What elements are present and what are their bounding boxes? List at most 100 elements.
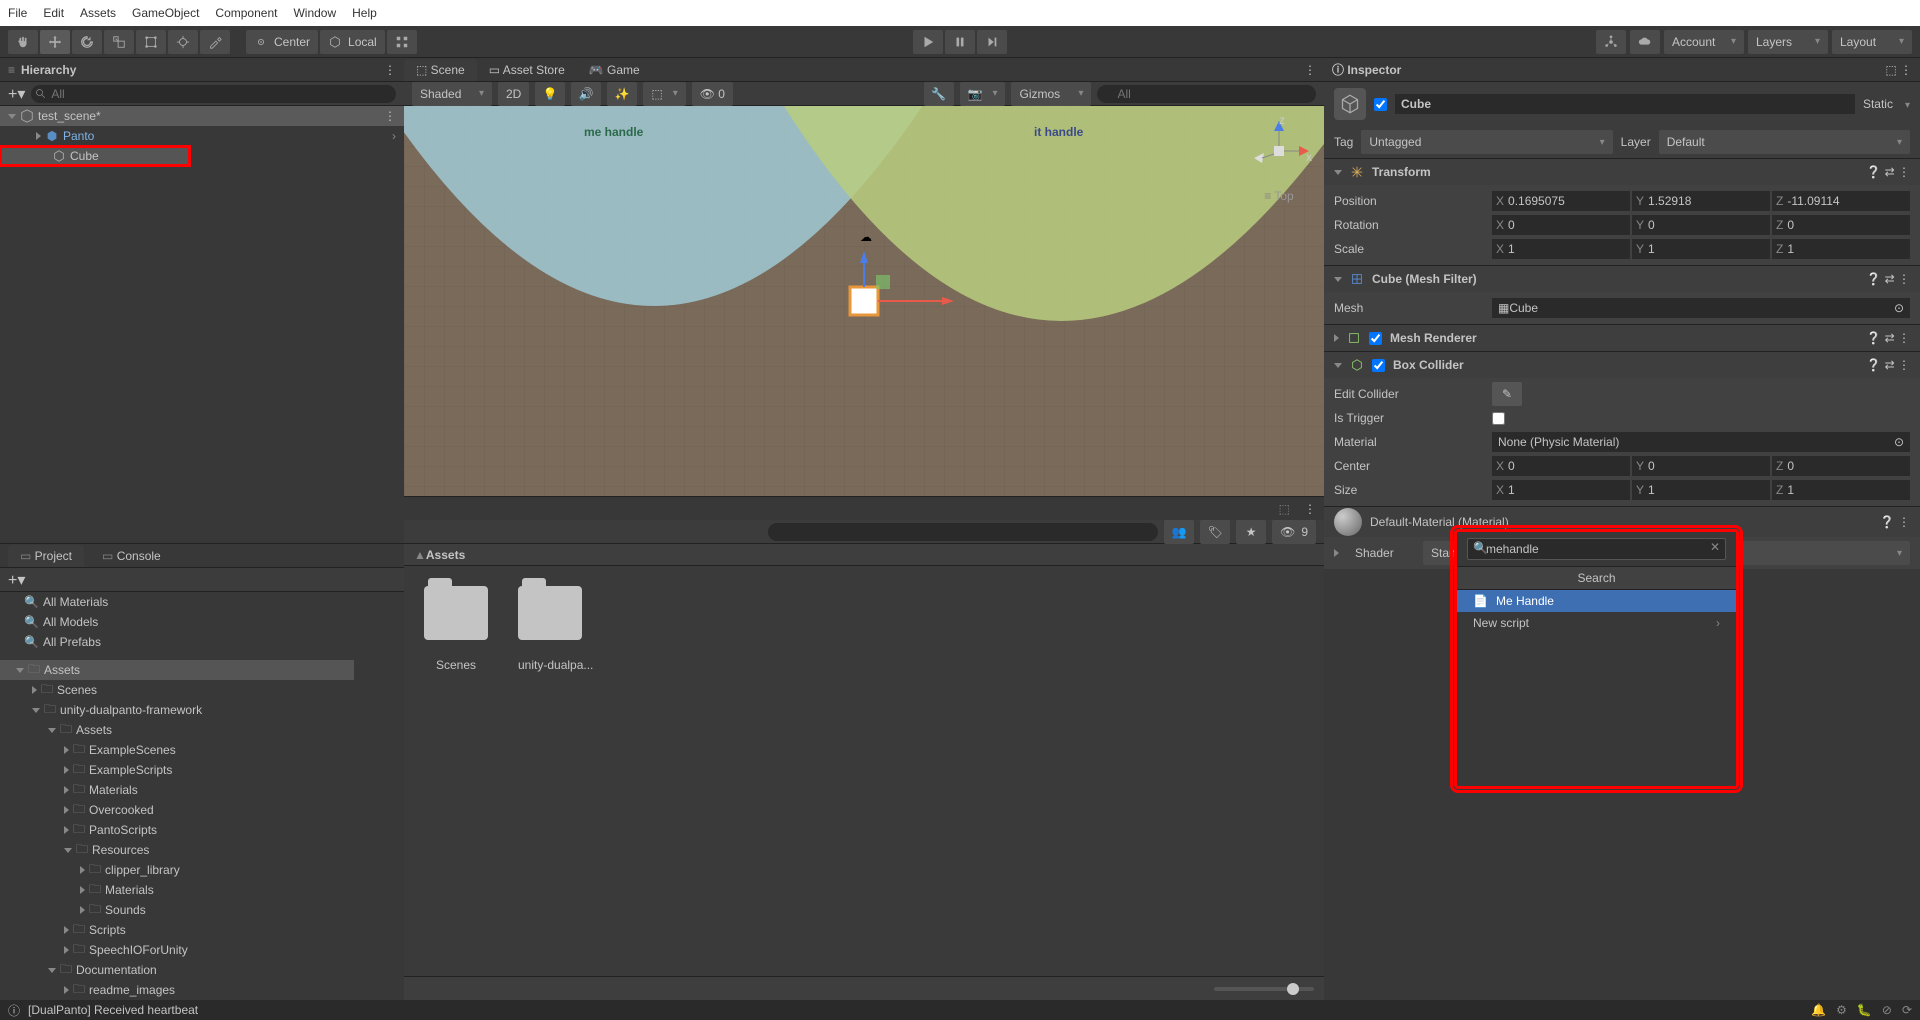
scale-tool[interactable] — [104, 30, 134, 54]
status-icon[interactable]: ⚙ — [1836, 1003, 1847, 1017]
status-icon[interactable]: 🔔 — [1811, 1003, 1826, 1017]
transform-tool[interactable] — [168, 30, 198, 54]
scene-tab[interactable]: ⬚ Scene — [404, 59, 477, 81]
filter-all-prefabs[interactable]: 🔍 All Prefabs — [0, 632, 354, 652]
search-by-type[interactable]: 👥 — [1164, 520, 1194, 544]
scene-row[interactable]: test_scene* ⋮ — [0, 106, 404, 126]
hierarchy-search[interactable] — [31, 85, 396, 103]
box-collider-icon — [1350, 358, 1364, 372]
project-tree-item[interactable]: 🗀 Scripts — [0, 920, 354, 940]
component-search-input[interactable] — [1467, 538, 1726, 560]
project-tree-item[interactable]: 🗀 Resources — [0, 840, 354, 860]
project-tree-item[interactable]: 🗀 Assets — [0, 660, 354, 680]
project-tree-item[interactable]: 🗀 ExampleScenes — [0, 740, 354, 760]
breadcrumb[interactable]: Assets — [426, 548, 465, 562]
account-dropdown[interactable]: Account — [1664, 30, 1744, 54]
hidden-count[interactable]: 👁 0 — [692, 82, 733, 106]
audio-toggle[interactable]: 🔊 — [571, 82, 601, 106]
project-menu-icon[interactable]: ⋮ — [1296, 502, 1324, 516]
folder-unity-dualpanto[interactable]: unity-dualpa... — [518, 586, 593, 672]
camera-dropdown[interactable]: 📷 — [960, 82, 1006, 106]
shading-dropdown[interactable]: Shaded — [412, 82, 492, 106]
hierarchy-item-cube[interactable]: Cube — [0, 146, 190, 166]
search-by-label[interactable]: 🏷 — [1200, 520, 1230, 544]
scene-search[interactable] — [1097, 85, 1316, 103]
active-checkbox[interactable] — [1374, 98, 1387, 111]
menu-help[interactable]: Help — [352, 6, 377, 20]
menu-assets[interactable]: Assets — [80, 6, 116, 20]
layer-dropdown[interactable]: Default — [1659, 130, 1910, 154]
menu-file[interactable]: File — [8, 6, 27, 20]
cloud-icon[interactable] — [1630, 30, 1660, 54]
rect-tool[interactable] — [136, 30, 166, 54]
project-tree-item[interactable]: 🗀 Overcooked — [0, 800, 354, 820]
project-tree-item[interactable]: 🗀 Sounds — [0, 900, 354, 920]
effects-dropdown[interactable]: ⬚ — [643, 82, 685, 106]
physic-material-field[interactable]: None (Physic Material)⊙ — [1492, 432, 1910, 452]
project-search[interactable] — [768, 523, 1158, 541]
step-button[interactable] — [977, 30, 1007, 54]
project-tree-item[interactable]: 🗀 Documentation — [0, 960, 354, 980]
tools-icon[interactable]: 🔧 — [924, 82, 954, 106]
tag-dropdown[interactable]: Untagged — [1361, 130, 1612, 154]
hand-tool[interactable] — [8, 30, 38, 54]
hierarchy-item-panto[interactable]: Panto › — [0, 126, 404, 146]
play-button[interactable] — [913, 30, 943, 54]
collider-enabled[interactable] — [1372, 359, 1385, 372]
snap-toggle[interactable] — [387, 30, 417, 54]
space-toggle[interactable]: Local — [320, 30, 385, 54]
project-tree-item[interactable]: 🗀 unity-dualpanto-framework — [0, 700, 354, 720]
status-icon[interactable]: ⟳ — [1902, 1003, 1912, 1017]
custom-tool[interactable] — [200, 30, 230, 54]
inspector: Static Tag Untagged Layer Default Transf… — [1324, 82, 1920, 1000]
status-icon[interactable]: ⊘ — [1882, 1003, 1892, 1017]
is-trigger-checkbox[interactable] — [1492, 412, 1505, 425]
project-tree-item[interactable]: 🗀 clipper_library — [0, 860, 354, 880]
asset-store-tab[interactable]: ▭ Asset Store — [477, 59, 577, 81]
project-tree-item[interactable]: 🗀 PantoScripts — [0, 820, 354, 840]
add-button[interactable]: +▾ — [8, 84, 25, 104]
clear-search-icon[interactable]: ✕ — [1710, 540, 1720, 554]
search-result-new-script[interactable]: New script› — [1457, 612, 1736, 634]
pause-button[interactable] — [945, 30, 975, 54]
project-tree-item[interactable]: 🗀 Materials — [0, 880, 354, 900]
pivot-toggle[interactable]: Center — [246, 30, 318, 54]
collab-icon[interactable] — [1596, 30, 1626, 54]
gizmos-dropdown[interactable]: Gizmos — [1011, 82, 1091, 106]
scene-view[interactable]: me handle it handle ☁ — [404, 106, 1324, 496]
project-add[interactable]: +▾ — [8, 570, 25, 590]
project-tree-item[interactable]: 🗀 ExampleScripts — [0, 760, 354, 780]
filter-all-materials[interactable]: 🔍 All Materials — [0, 592, 354, 612]
filter-all-models[interactable]: 🔍 All Models — [0, 612, 354, 632]
static-dropdown[interactable] — [1901, 97, 1910, 111]
menu-window[interactable]: Window — [293, 6, 336, 20]
mesh-field[interactable]: ▦ Cube⊙ — [1492, 298, 1910, 318]
project-restore-icon[interactable]: ⬚ — [1273, 502, 1296, 516]
layers-dropdown[interactable]: Layers — [1748, 30, 1828, 54]
edit-collider-button[interactable]: ✎ — [1492, 382, 1522, 406]
light-toggle[interactable]: 💡 — [535, 82, 565, 106]
menu-edit[interactable]: Edit — [43, 6, 64, 20]
project-tree-item[interactable]: 🗀 Materials — [0, 780, 354, 800]
search-result-me-handle[interactable]: 📄Me Handle — [1457, 590, 1736, 612]
fx-toggle[interactable]: ✨ — [607, 82, 637, 106]
folder-scenes[interactable]: Scenes — [424, 586, 488, 672]
renderer-enabled[interactable] — [1369, 332, 1382, 345]
object-name-input[interactable] — [1395, 94, 1855, 114]
project-tree-item[interactable]: 🗀 SpeechIOForUnity — [0, 940, 354, 960]
rotate-tool[interactable] — [72, 30, 102, 54]
menu-gameobject[interactable]: GameObject — [132, 6, 199, 20]
menu-component[interactable]: Component — [215, 6, 277, 20]
project-tree-item[interactable]: 🗀 Scenes — [0, 680, 354, 700]
hidden-project[interactable]: 👁 9 — [1272, 520, 1316, 544]
layout-dropdown[interactable]: Layout — [1832, 30, 1912, 54]
status-icon[interactable]: 🐛 — [1857, 1003, 1872, 1017]
save-search[interactable]: ★ — [1236, 520, 1266, 544]
game-tab[interactable]: 🎮 Game — [577, 59, 652, 81]
project-tree-item[interactable]: 🗀 Assets — [0, 720, 354, 740]
project-tab[interactable]: ▭ Project — [8, 545, 84, 567]
project-tree-item[interactable]: 🗀 readme_images — [0, 980, 354, 1000]
move-tool[interactable] — [40, 30, 70, 54]
2d-toggle[interactable]: 2D — [498, 82, 529, 106]
console-tab[interactable]: ▭ Console — [90, 545, 173, 567]
